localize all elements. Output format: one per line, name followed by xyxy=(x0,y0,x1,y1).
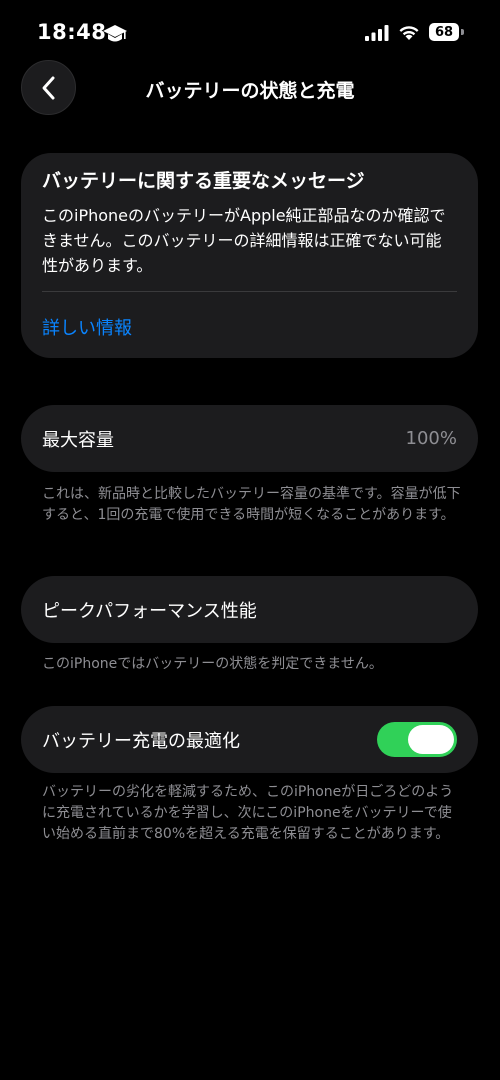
max-capacity-note: これは、新品時と比較したバッテリー容量の基準です。容量が低下すると、1回の充電で… xyxy=(42,486,461,523)
max-capacity-value: 100% xyxy=(405,428,457,449)
status-time: 18:48 xyxy=(37,20,107,44)
message-body: このiPhoneのバッテリーがApple純正部品なのか確認できません。このバッテ… xyxy=(42,206,446,275)
max-capacity-row: 最大容量 100% xyxy=(21,405,478,472)
message-title: バッテリーに関する重要なメッセージ xyxy=(42,170,365,192)
battery-icon: 68 xyxy=(429,23,465,43)
peak-performance-note: このiPhoneではバッテリーの状態を判定できません。 xyxy=(42,656,383,672)
max-capacity-label: 最大容量 xyxy=(42,429,114,451)
page-title: バッテリーの状態と充電 xyxy=(145,80,355,102)
signal-icon xyxy=(365,25,389,41)
divider xyxy=(42,291,457,292)
wifi-icon xyxy=(399,26,419,40)
graduation-cap-icon xyxy=(103,25,127,42)
important-message-card: バッテリーに関する重要なメッセージ このiPhoneのバッテリーがApple純正… xyxy=(21,153,478,358)
more-info-link[interactable]: 詳しい情報 xyxy=(42,314,132,340)
toggle-knob xyxy=(408,725,454,754)
battery-level: 68 xyxy=(429,23,459,41)
charging-optimization-row: バッテリー充電の最適化 xyxy=(21,706,478,773)
charging-optimization-note: バッテリーの劣化を軽減するため、このiPhoneが日ごろどのように充電されている… xyxy=(42,784,454,842)
charging-optimization-toggle[interactable] xyxy=(377,722,457,757)
peak-performance-row: ピークパフォーマンス性能 xyxy=(21,576,478,643)
battery-tip xyxy=(461,29,464,35)
status-bar: 18:48 68 xyxy=(0,0,500,66)
peak-performance-label: ピークパフォーマンス性能 xyxy=(42,600,257,622)
